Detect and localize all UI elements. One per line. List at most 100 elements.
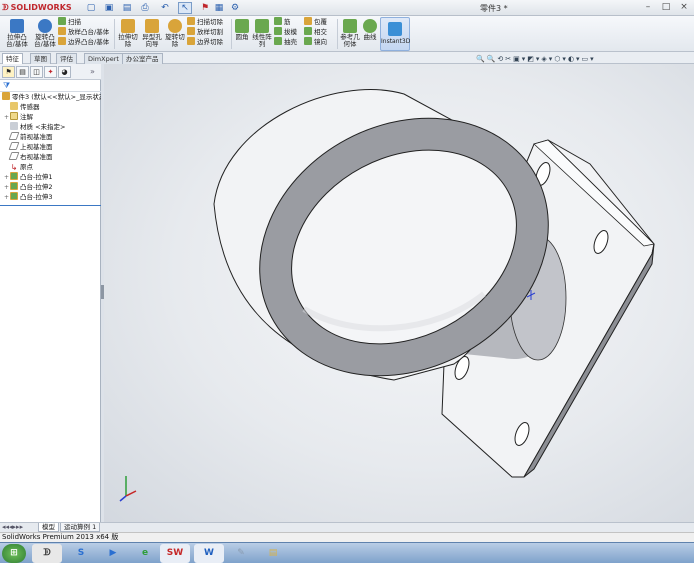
minimize-icon[interactable]: –	[640, 1, 656, 13]
sweep-cut-group: 扫描切除 放样切割 边界切除	[187, 17, 231, 47]
shell-button[interactable]: 抽壳	[274, 37, 304, 47]
new-icon[interactable]: ▢	[84, 2, 98, 14]
material-icon	[10, 122, 18, 130]
feature-filter-row: ⧩	[0, 80, 101, 92]
solidworks-app-icon[interactable]: ᗫ	[32, 544, 62, 563]
tab-evaluate[interactable]: 评估	[56, 53, 77, 64]
rollback-bar[interactable]	[0, 205, 101, 206]
extruded-boss-icon	[10, 19, 24, 33]
start-orb-icon[interactable]: ⊞	[2, 544, 26, 563]
rebuild-icon[interactable]: ⚑	[198, 2, 212, 14]
revolved-cut-button[interactable]: 旋转切除	[164, 17, 186, 51]
open-icon[interactable]: ▣	[102, 2, 116, 14]
solidworks-taskbar-icon[interactable]: SW	[160, 544, 190, 563]
tree-item-front-plane[interactable]: 前视基准面	[4, 132, 53, 142]
tree-item-material[interactable]: 材质 <未指定>	[4, 122, 65, 132]
draft-button[interactable]: 拔模	[274, 27, 304, 37]
ribbon-separator	[231, 19, 232, 49]
tree-item-top-plane[interactable]: 上视基准面	[4, 142, 53, 152]
tree-item-boss-extrude1[interactable]: + 凸台-拉伸1	[4, 172, 52, 182]
ribbon-separator	[114, 19, 115, 49]
solidworks-logo[interactable]: ᗫ SOLIDWORKS	[2, 2, 72, 14]
maximize-icon[interactable]: □	[658, 1, 674, 13]
tab-model[interactable]: 模型	[38, 523, 59, 532]
tree-item-right-plane[interactable]: 右视基准面	[4, 152, 53, 162]
dimxpert-manager-tab-icon[interactable]: ✦	[44, 66, 57, 78]
linear-pattern-icon	[255, 19, 269, 33]
part-icon	[2, 92, 10, 100]
tab-motion-study[interactable]: 运动算例 1	[60, 523, 101, 532]
select-icon[interactable]: ↖	[178, 2, 192, 14]
options-icon[interactable]: ⚙	[228, 2, 242, 14]
save-icon[interactable]: ▤	[120, 2, 134, 14]
mirror-button[interactable]: 镜向	[304, 37, 336, 47]
boundary-boss-button[interactable]: 边界凸台/基体	[58, 37, 114, 47]
instant3d-button[interactable]: Instant3D	[380, 17, 410, 51]
tree-item-boss-extrude3[interactable]: + 凸台-拉伸3	[4, 192, 52, 202]
linear-pattern-button[interactable]: 线性阵列	[251, 17, 273, 51]
fillet-button[interactable]: 圆角	[233, 17, 251, 51]
extruded-cut-icon	[121, 19, 135, 33]
rib-button[interactable]: 筋	[274, 17, 304, 27]
feature-manager-tab-icon[interactable]: ⚑	[2, 66, 15, 78]
loft-button[interactable]: 放样凸台/基体	[58, 27, 114, 37]
title-bar: ᗫ SOLIDWORKS ▢ ▣ ▤ ⎙ ↶ ↖ ⚑ ▦ ⚙ 零件3 * – □ …	[0, 0, 694, 16]
extruded-cut-button[interactable]: 拉伸切除	[116, 17, 140, 51]
part-model[interactable]	[104, 64, 694, 522]
rib-icon	[274, 17, 282, 25]
reference-geometry-icon	[343, 19, 357, 33]
tree-item-annotations[interactable]: + 注解	[4, 112, 33, 122]
manager-tabs: ⚑ ▤ ◫ ✦ ◕ »	[0, 64, 101, 80]
hole-wizard-button[interactable]: 异型孔向导	[140, 17, 164, 51]
paint-icon[interactable]: ✎	[226, 544, 256, 563]
command-manager: 拉伸凸台/基体 旋转凸台/基体 扫描 放样凸台/基体 边界凸台/基体 拉伸切除 …	[0, 16, 694, 52]
boss-extrude-icon	[10, 192, 18, 200]
media-player-icon[interactable]: ▶	[98, 544, 128, 563]
plane-icon	[8, 152, 20, 160]
boss-extrude-icon	[10, 182, 18, 190]
ie-browser-icon[interactable]: e	[130, 544, 160, 563]
curves-icon	[363, 19, 377, 33]
graphics-area[interactable]	[104, 64, 694, 522]
wrap-intersect-mirror-group: 包覆 相交 镜向	[304, 17, 336, 47]
expand-tabs-icon[interactable]: »	[90, 67, 95, 76]
undo-icon[interactable]: ↶	[158, 2, 172, 14]
explorer-icon[interactable]: ▤	[258, 544, 288, 563]
revolved-boss-button[interactable]: 旋转凸台/基体	[32, 17, 58, 51]
coordinate-triad	[119, 476, 137, 502]
reference-geometry-button[interactable]: 参考几何体	[339, 17, 361, 51]
loft-cut-button[interactable]: 放样切割	[187, 27, 231, 37]
sogou-icon[interactable]: S	[66, 544, 96, 563]
boundary-cut-button[interactable]: 边界切除	[187, 37, 231, 47]
filter-icon[interactable]: ⧩	[3, 81, 10, 91]
property-manager-tab-icon[interactable]: ▤	[16, 66, 29, 78]
tree-item-boss-extrude2[interactable]: + 凸台-拉伸2	[4, 182, 52, 192]
tree-item-sensors[interactable]: 传感器	[4, 102, 40, 112]
draft-icon	[274, 27, 282, 35]
file-properties-icon[interactable]: ▦	[212, 2, 226, 14]
curves-button[interactable]: 曲线	[361, 17, 379, 51]
rib-draft-shell-group: 筋 拔模 抽壳	[274, 17, 304, 47]
display-manager-tab-icon[interactable]: ◕	[58, 66, 71, 78]
tab-office-products[interactable]: 办公室产品	[122, 53, 163, 64]
sweep-button[interactable]: 扫描	[58, 17, 114, 27]
tab-nav-arrows[interactable]: ◂◂◂▸▸▸	[2, 523, 23, 531]
word-icon[interactable]: W	[194, 544, 224, 563]
print-icon[interactable]: ⎙	[138, 2, 152, 14]
annotations-icon	[10, 112, 18, 120]
close-icon[interactable]: ×	[676, 1, 692, 13]
tab-features[interactable]: 特征	[2, 53, 23, 64]
sweep-cut-button[interactable]: 扫描切除	[187, 17, 231, 27]
loft-cut-icon	[187, 27, 195, 35]
wrap-button[interactable]: 包覆	[304, 17, 336, 27]
tab-dimxpert[interactable]: DimXpert	[84, 53, 123, 64]
sweep-icon	[58, 17, 66, 25]
revolved-boss-icon	[38, 19, 52, 33]
tab-sketch[interactable]: 草图	[30, 53, 51, 64]
intersect-button[interactable]: 相交	[304, 27, 336, 37]
tree-root[interactable]: 零件3 (默认<<默认>_显示状态	[2, 92, 105, 102]
tree-item-origin[interactable]: ↳ 原点	[4, 162, 33, 172]
extruded-boss-button[interactable]: 拉伸凸台/基体	[4, 17, 30, 51]
configuration-manager-tab-icon[interactable]: ◫	[30, 66, 43, 78]
intersect-icon	[304, 27, 312, 35]
